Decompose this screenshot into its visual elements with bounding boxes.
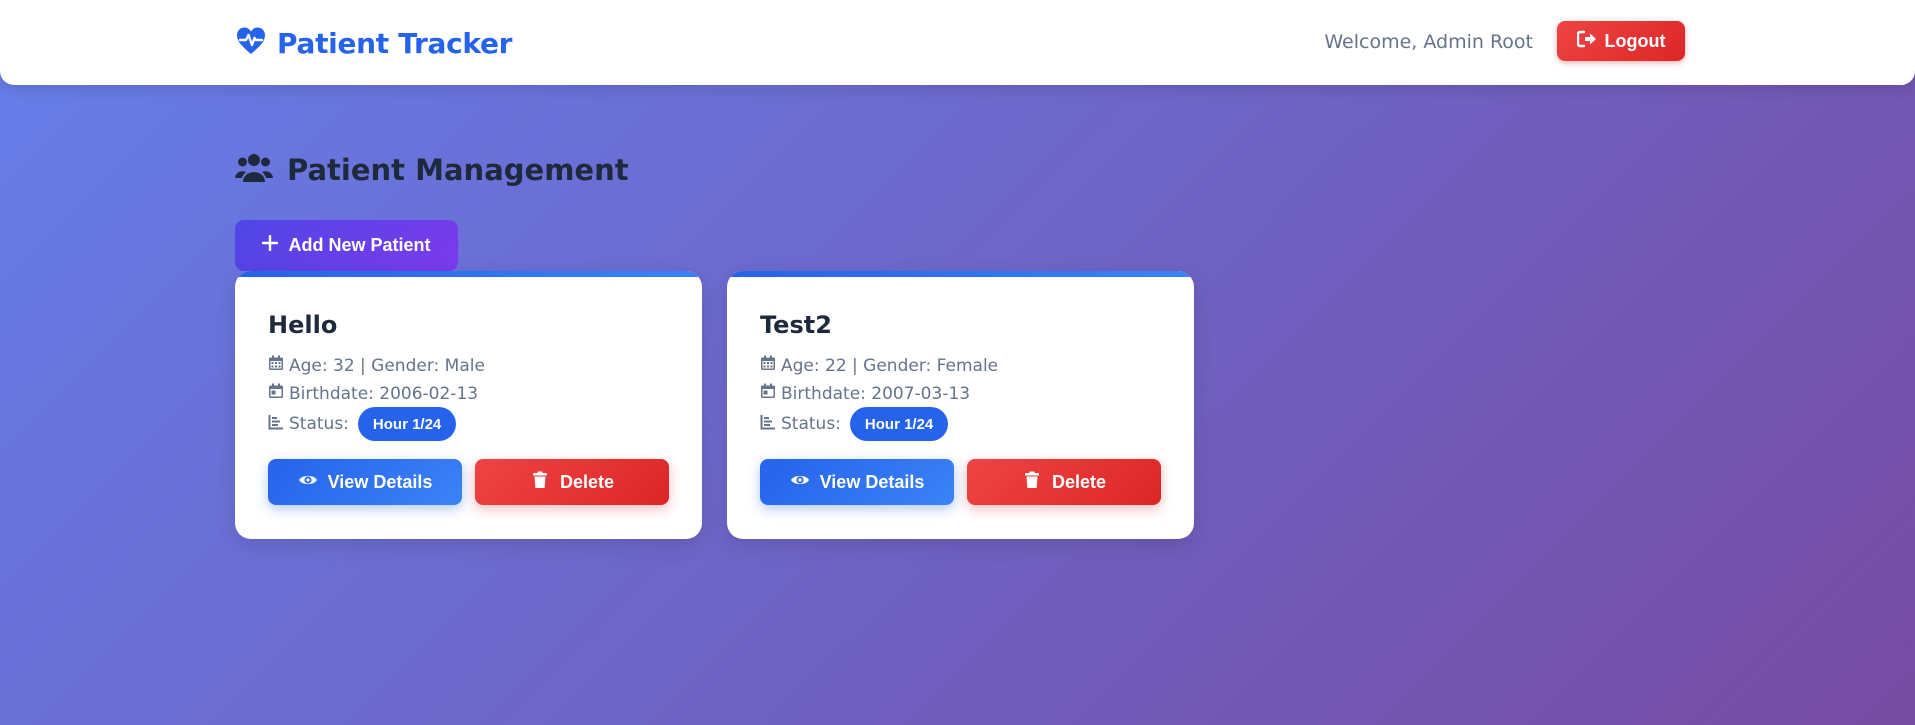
delete-label: Delete <box>1051 471 1107 492</box>
plus-icon <box>262 234 279 256</box>
delete-button[interactable]: Delete <box>967 459 1161 505</box>
chart-icon <box>268 414 284 435</box>
status-badge: Hour 1/24 <box>849 407 949 441</box>
heartbeat-icon <box>235 26 267 60</box>
logout-button[interactable]: Logout <box>1557 21 1685 61</box>
view-details-label: View Details <box>819 471 925 492</box>
eye-icon <box>298 471 318 494</box>
add-patient-label: Add New Patient <box>288 235 431 255</box>
status-label: Status: <box>289 414 349 434</box>
trash-icon <box>1022 471 1042 494</box>
patient-age-gender: Age: 32 | Gender: Male <box>268 355 485 376</box>
status-badge: Hour 1/24 <box>357 407 457 441</box>
age-gender-text: Age: 22 | Gender: Female <box>781 355 999 376</box>
add-patient-button[interactable]: Add New Patient <box>235 220 458 271</box>
birthdate-text: Birthdate: 2006-02-13 <box>289 383 479 404</box>
calendar-icon <box>760 355 776 376</box>
patient-birthdate: Birthdate: 2007-03-13 <box>760 383 970 404</box>
brand-title: Patient Tracker <box>277 26 513 60</box>
status-label: Status: <box>781 414 841 434</box>
calendar-icon <box>268 355 284 376</box>
section-title: Patient Management <box>287 153 629 187</box>
page-title: Patient Management <box>235 152 629 188</box>
patient-age-gender: Age: 22 | Gender: Female <box>760 355 998 376</box>
patient-status: Status: Hour 1/24 <box>760 407 949 441</box>
navbar: Patient Tracker Welcome, Admin Root Logo… <box>0 0 1915 85</box>
patient-card: Hello Age: 32 | Gender: Male Birthdate: … <box>235 271 702 539</box>
patient-name: Hello <box>268 311 338 339</box>
patient-card: Test2 Age: 22 | Gender: Female Birthdate… <box>727 271 1194 539</box>
patient-birthdate: Birthdate: 2006-02-13 <box>268 383 478 404</box>
delete-button[interactable]: Delete <box>475 459 669 505</box>
view-details-button[interactable]: View Details <box>760 459 954 505</box>
brand[interactable]: Patient Tracker <box>235 25 513 61</box>
delete-label: Delete <box>559 471 615 492</box>
users-icon <box>235 152 273 188</box>
welcome-text: Welcome, Admin Root <box>1324 31 1533 53</box>
birthdate-text: Birthdate: 2007-03-13 <box>781 383 971 404</box>
trash-icon <box>530 471 550 494</box>
view-details-label: View Details <box>327 471 433 492</box>
calendar-day-icon <box>760 383 776 404</box>
chart-icon <box>760 414 776 435</box>
logout-label: Logout <box>1604 30 1666 51</box>
patient-name: Test2 <box>760 311 832 339</box>
sign-out-icon <box>1576 30 1597 53</box>
age-gender-text: Age: 32 | Gender: Male <box>289 355 485 376</box>
view-details-button[interactable]: View Details <box>268 459 462 505</box>
calendar-day-icon <box>268 383 284 404</box>
eye-icon <box>790 471 810 494</box>
patient-status: Status: Hour 1/24 <box>268 407 457 441</box>
